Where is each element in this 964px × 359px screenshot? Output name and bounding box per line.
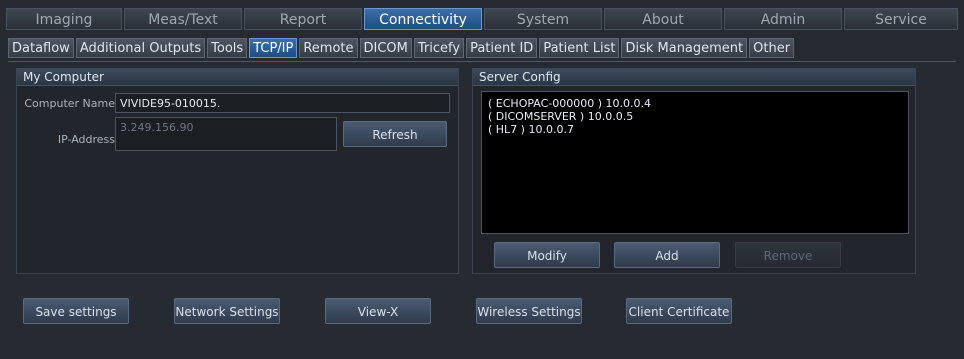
tab-service[interactable]: Service xyxy=(844,8,958,30)
tab-meas-text[interactable]: Meas/Text xyxy=(124,8,242,30)
modify-button[interactable]: Modify xyxy=(494,242,600,268)
refresh-button[interactable]: Refresh xyxy=(343,121,447,147)
tab-system[interactable]: System xyxy=(484,8,602,30)
content-divider xyxy=(8,61,956,62)
add-button[interactable]: Add xyxy=(614,242,720,268)
tab-about[interactable]: About xyxy=(604,8,722,30)
network-settings-button[interactable]: Network Settings xyxy=(174,298,280,324)
tab-admin[interactable]: Admin xyxy=(724,8,842,30)
server-config-panel: Server Config ( ECHOPAC-000000 ) 10.0.0.… xyxy=(472,68,916,274)
subtab-additional-outputs[interactable]: Additional Outputs xyxy=(75,38,206,58)
sub-tab-bar: Dataflow Additional Outputs Tools TCP/IP… xyxy=(8,38,796,60)
subtab-patient-list[interactable]: Patient List xyxy=(539,38,620,58)
server-list-item[interactable]: ( DICOMSERVER ) 10.0.0.5 xyxy=(488,110,902,123)
subtab-tricefy[interactable]: Tricefy xyxy=(413,38,465,58)
subtab-tools[interactable]: Tools xyxy=(207,38,248,58)
server-list-item[interactable]: ( HL7 ) 10.0.0.7 xyxy=(488,123,902,136)
subtab-patient-id[interactable]: Patient ID xyxy=(466,38,538,58)
server-list-item[interactable]: ( ECHOPAC-000000 ) 10.0.0.4 xyxy=(488,97,902,110)
subtab-tcp-ip[interactable]: TCP/IP xyxy=(249,38,298,58)
client-certificate-button[interactable]: Client Certificate xyxy=(626,298,732,324)
ip-address-label: IP-Address xyxy=(57,133,115,146)
tab-report[interactable]: Report xyxy=(244,8,362,30)
save-settings-button[interactable]: Save settings xyxy=(23,298,129,324)
subtab-dataflow[interactable]: Dataflow xyxy=(8,38,74,58)
computer-name-label: Computer Name xyxy=(24,97,115,110)
server-list[interactable]: ( ECHOPAC-000000 ) 10.0.0.4 ( DICOMSERVE… xyxy=(481,91,909,234)
view-x-button[interactable]: View-X xyxy=(325,298,431,324)
subtab-other[interactable]: Other xyxy=(749,38,795,58)
server-config-title: Server Config xyxy=(473,69,915,86)
subtab-dicom[interactable]: DICOM xyxy=(359,38,412,58)
wireless-settings-button[interactable]: Wireless Settings xyxy=(476,298,582,324)
ip-address-field[interactable]: 3.249.156.90 xyxy=(115,117,337,151)
my-computer-panel: My Computer Computer Name VIVIDE95-01001… xyxy=(16,68,459,274)
tab-connectivity[interactable]: Connectivity xyxy=(364,8,482,30)
main-tab-bar: Imaging Meas/Text Report Connectivity Sy… xyxy=(6,8,958,32)
tab-imaging[interactable]: Imaging xyxy=(6,8,122,30)
my-computer-title: My Computer xyxy=(17,69,458,86)
computer-name-field[interactable]: VIVIDE95-010015. xyxy=(115,93,450,113)
subtab-remote[interactable]: Remote xyxy=(299,38,358,58)
remove-button[interactable]: Remove xyxy=(735,242,841,268)
subtab-disk-management[interactable]: Disk Management xyxy=(621,38,748,58)
